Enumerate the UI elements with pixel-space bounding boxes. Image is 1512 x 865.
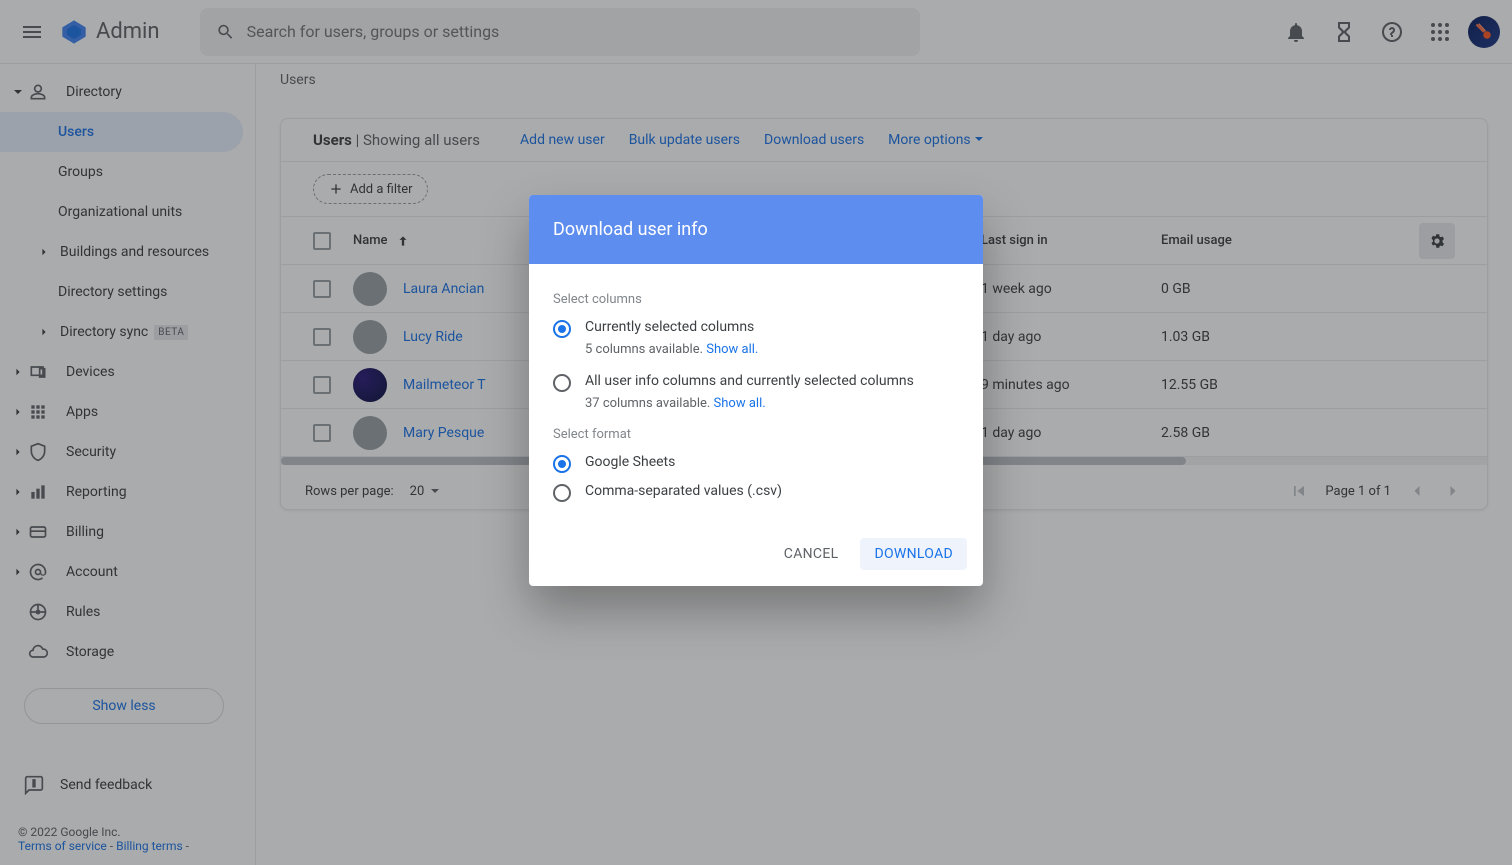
selected-columns-sub: 5 columns available. Show all. — [585, 342, 959, 357]
show-all-link[interactable]: Show all. — [714, 396, 766, 411]
radio-icon — [553, 374, 571, 392]
all-columns-sub: 37 columns available. Show all. — [585, 396, 959, 411]
modal-scrim[interactable]: Download user info Select columns Curren… — [0, 0, 1512, 865]
radio-icon — [553, 455, 571, 473]
select-columns-label: Select columns — [553, 292, 959, 307]
option-csv[interactable]: Comma-separated values (.csv) — [553, 483, 959, 502]
show-all-link[interactable]: Show all. — [706, 342, 758, 357]
radio-icon — [553, 484, 571, 502]
dialog-title: Download user info — [529, 195, 983, 264]
cancel-button[interactable]: CANCEL — [770, 538, 853, 570]
option-selected-columns[interactable]: Currently selected columns — [553, 319, 959, 338]
option-google-sheets[interactable]: Google Sheets — [553, 454, 959, 473]
radio-icon — [553, 320, 571, 338]
download-user-info-dialog: Download user info Select columns Curren… — [529, 195, 983, 586]
select-format-label: Select format — [553, 427, 959, 442]
download-button[interactable]: DOWNLOAD — [860, 538, 967, 570]
option-all-columns[interactable]: All user info columns and currently sele… — [553, 373, 959, 392]
